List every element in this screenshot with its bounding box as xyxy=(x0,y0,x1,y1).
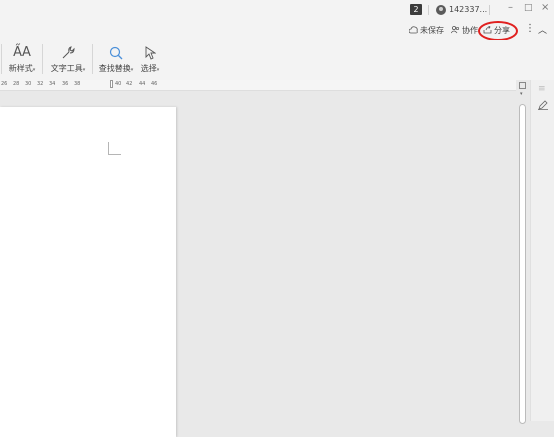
tab-count-badge[interactable]: 2 xyxy=(410,4,422,15)
find-replace-button[interactable]: 查找替换▾ xyxy=(96,42,136,75)
ruler-tick: 30 xyxy=(25,81,32,87)
document-workspace xyxy=(0,91,516,437)
right-side-panel: ≡ xyxy=(530,80,554,421)
pen-edit-icon[interactable] xyxy=(538,100,548,113)
close-button[interactable]: × xyxy=(541,2,549,13)
ruler-tick: 38 xyxy=(74,81,81,87)
ruler-tick: 34 xyxy=(49,81,56,87)
ribbon-separator xyxy=(92,44,93,74)
ribbon-separator xyxy=(1,44,2,74)
ruler-tick: 44 xyxy=(139,81,146,87)
indent-marker[interactable] xyxy=(110,80,113,88)
share-highlight-circle xyxy=(478,21,518,41)
more-options-button[interactable]: ⋮ xyxy=(525,23,535,34)
ribbon-separator xyxy=(42,44,43,74)
panel-collapse-icon[interactable]: ≡ xyxy=(538,84,546,94)
scroll-down-arrow-icon[interactable]: ▾ xyxy=(520,91,523,97)
find-replace-label: 查找替换 xyxy=(98,64,131,73)
ruler-tick: 42 xyxy=(126,81,133,87)
cloud-icon xyxy=(408,25,418,36)
select-label: 选择 xyxy=(140,64,157,73)
people-icon xyxy=(450,25,460,36)
user-avatar-icon[interactable] xyxy=(436,5,446,15)
user-name[interactable]: 142337... xyxy=(449,5,487,14)
search-icon xyxy=(96,42,136,64)
vertical-scrollbar[interactable]: ▾ xyxy=(516,80,530,424)
collaborate-label: 协作 xyxy=(462,26,478,35)
ruler-tick: 26 xyxy=(1,81,8,87)
divider xyxy=(428,5,429,15)
ribbon-toolbar: A̋A 新样式▾ 文字工具▾ 查找替换▾ 选择▾ xyxy=(0,40,554,80)
title-bar: 2 142337... – □ × xyxy=(0,0,554,20)
horizontal-ruler[interactable]: 26 28 30 32 34 36 38 40 42 44 46 xyxy=(0,80,516,91)
wrench-icon xyxy=(48,42,88,64)
new-style-label: 新样式 xyxy=(8,64,33,73)
unsaved-status[interactable]: 未保存 xyxy=(408,25,444,36)
document-page[interactable] xyxy=(0,107,176,437)
ruler-tick: 46 xyxy=(151,81,158,87)
cursor-icon xyxy=(138,42,162,64)
restore-button[interactable]: □ xyxy=(524,3,533,13)
scrollbar-thumb[interactable] xyxy=(519,104,526,424)
ruler-tick: 36 xyxy=(62,81,69,87)
minimize-button[interactable]: – xyxy=(508,2,513,13)
split-view-icon[interactable] xyxy=(519,82,526,89)
new-style-button[interactable]: A̋A 新样式▾ xyxy=(6,42,38,75)
collaborate-button[interactable]: 协作 xyxy=(450,25,478,36)
page-margin-corner-mark xyxy=(108,142,121,155)
ruler-tick: 40 xyxy=(115,81,122,87)
styles-icon: A̋A xyxy=(13,45,31,60)
collapse-ribbon-button[interactable]: ︿ xyxy=(538,23,547,36)
text-tools-label: 文字工具 xyxy=(50,64,83,73)
ruler-tick: 32 xyxy=(37,81,44,87)
divider xyxy=(489,5,490,15)
collaboration-bar: 未保存 协作 分享 ⋮ ︿ xyxy=(0,20,554,40)
unsaved-label: 未保存 xyxy=(420,26,444,35)
text-tools-button[interactable]: 文字工具▾ xyxy=(48,42,88,75)
ruler-tick: 28 xyxy=(13,81,20,87)
select-button[interactable]: 选择▾ xyxy=(138,42,162,75)
